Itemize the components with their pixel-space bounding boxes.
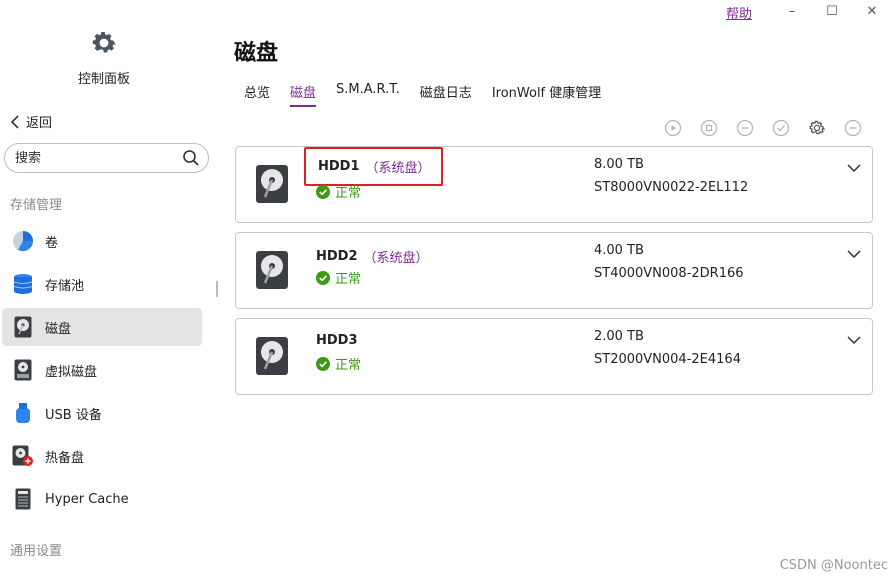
sidebar-item-label: 存储池 bbox=[45, 278, 85, 294]
disk-card-hdd1[interactable]: HDD1 （系统盘） 正常 8.00 TB ST8000VN0022-2EL11… bbox=[235, 146, 873, 223]
tab-bar: 总览 磁盘 S.M.A.R.T. 磁盘日志 IronWolf 健康管理 bbox=[244, 82, 621, 107]
disk-capacity: 4.00 TB bbox=[594, 243, 644, 258]
sidebar-item-usb[interactable]: USB 设备 bbox=[2, 394, 202, 432]
search-icon[interactable] bbox=[182, 149, 200, 167]
volume-pie-icon bbox=[12, 230, 34, 252]
tab-ironwolf-health[interactable]: IronWolf 健康管理 bbox=[492, 82, 601, 107]
check-circle-icon bbox=[316, 184, 330, 199]
sidebar-item-label: Hyper Cache bbox=[45, 491, 129, 507]
more-icon[interactable] bbox=[844, 119, 862, 137]
disk-status: 正常 bbox=[316, 354, 361, 373]
disk-name-line: HDD3 bbox=[316, 331, 358, 350]
hdd-icon bbox=[256, 337, 288, 375]
sidebar-item-hyper-cache[interactable]: Hyper Cache bbox=[2, 480, 202, 518]
disk-name: HDD2 bbox=[316, 249, 358, 264]
sidebar-item-volume[interactable]: 卷 bbox=[2, 222, 202, 260]
chevron-down-icon[interactable] bbox=[846, 161, 862, 175]
hyper-cache-icon bbox=[12, 488, 34, 510]
sidebar-item-label: USB 设备 bbox=[45, 407, 102, 423]
minus-circle-icon[interactable] bbox=[736, 119, 754, 137]
group-label-storage: 存储管理 bbox=[10, 198, 63, 213]
sidebar-resize-handle[interactable] bbox=[216, 281, 218, 297]
disk-card-hdd3[interactable]: HDD3 正常 2.00 TB ST2000VN004-2E4164 bbox=[235, 318, 873, 395]
tab-disk-log[interactable]: 磁盘日志 bbox=[420, 82, 472, 107]
disk-name-line: HDD2 （系统盘） bbox=[316, 245, 429, 268]
minimize-button[interactable]: – bbox=[772, 0, 812, 24]
chevron-down-icon[interactable] bbox=[846, 247, 862, 261]
system-disk-tag: （系统盘） bbox=[363, 251, 429, 266]
chevron-left-icon bbox=[10, 114, 19, 129]
close-button[interactable]: ✕ bbox=[852, 0, 892, 24]
disk-model: ST2000VN004-2E4164 bbox=[594, 352, 741, 367]
app-title: 控制面板 bbox=[77, 72, 130, 87]
usb-icon bbox=[12, 402, 34, 424]
storage-pool-icon bbox=[12, 273, 34, 295]
help-link[interactable]: 帮助 bbox=[726, 3, 752, 22]
check-circle-icon bbox=[316, 270, 330, 285]
sidebar-item-label: 卷 bbox=[45, 235, 59, 251]
disk-name: HDD1 bbox=[318, 159, 360, 174]
disk-model: ST4000VN008-2DR166 bbox=[594, 266, 744, 281]
disk-capacity: 8.00 TB bbox=[594, 157, 644, 172]
search-box[interactable] bbox=[4, 143, 209, 173]
tab-disk[interactable]: 磁盘 bbox=[290, 82, 317, 107]
sidebar-item-virtual-disk[interactable]: 虚拟磁盘 bbox=[2, 351, 202, 389]
tab-smart[interactable]: S.M.A.R.T. bbox=[336, 82, 400, 107]
play-icon[interactable] bbox=[664, 119, 682, 137]
disk-status-text: 正常 bbox=[335, 358, 362, 373]
disk-capacity: 2.00 TB bbox=[594, 329, 644, 344]
check-circle-icon bbox=[316, 356, 330, 371]
sidebar-item-label: 热备盘 bbox=[45, 450, 85, 466]
sidebar: 控制面板 返回 存储管理 卷 存储池 磁盘 虚拟磁盘 bbox=[0, 0, 214, 578]
disk-toolbar bbox=[646, 119, 862, 137]
window-controls: 帮助 – ☐ ✕ bbox=[726, 0, 892, 24]
sidebar-item-label: 磁盘 bbox=[45, 321, 72, 337]
hot-spare-icon bbox=[12, 445, 34, 467]
disk-status-text: 正常 bbox=[335, 272, 362, 287]
sidebar-item-storage-pool[interactable]: 存储池 bbox=[2, 265, 202, 303]
virtual-disk-icon bbox=[12, 359, 34, 381]
search-input[interactable] bbox=[15, 150, 182, 166]
gear-icon[interactable] bbox=[808, 119, 826, 137]
hdd-icon bbox=[256, 165, 288, 203]
page-title: 磁盘 bbox=[234, 41, 279, 66]
check-circle-icon[interactable] bbox=[772, 119, 790, 137]
disk-name: HDD3 bbox=[316, 333, 358, 348]
chevron-down-icon[interactable] bbox=[846, 333, 862, 347]
back-label: 返回 bbox=[26, 116, 53, 131]
tab-overview[interactable]: 总览 bbox=[244, 82, 270, 107]
group-label-general: 通用设置 bbox=[10, 544, 63, 559]
disk-name-line: HDD1 （系统盘） bbox=[304, 147, 443, 186]
system-disk-tag: （系统盘） bbox=[365, 161, 431, 176]
stop-icon[interactable] bbox=[700, 119, 718, 137]
sidebar-item-hot-spare[interactable]: 热备盘 bbox=[2, 437, 202, 475]
disk-card-hdd2[interactable]: HDD2 （系统盘） 正常 4.00 TB ST4000VN008-2DR166 bbox=[235, 232, 873, 309]
hdd-icon bbox=[256, 251, 288, 289]
hdd-icon bbox=[12, 316, 34, 338]
maximize-button[interactable]: ☐ bbox=[812, 0, 852, 24]
disk-status-text: 正常 bbox=[335, 186, 362, 201]
gear-icon bbox=[92, 32, 116, 53]
disk-model: ST8000VN0022-2EL112 bbox=[594, 180, 749, 195]
back-button[interactable]: 返回 bbox=[8, 112, 52, 131]
watermark: CSDN @Noontec bbox=[779, 558, 888, 573]
disk-status: 正常 bbox=[316, 182, 361, 201]
sidebar-item-disk[interactable]: 磁盘 bbox=[2, 308, 202, 346]
disk-status: 正常 bbox=[316, 268, 361, 287]
sidebar-item-label: 虚拟磁盘 bbox=[45, 364, 98, 380]
